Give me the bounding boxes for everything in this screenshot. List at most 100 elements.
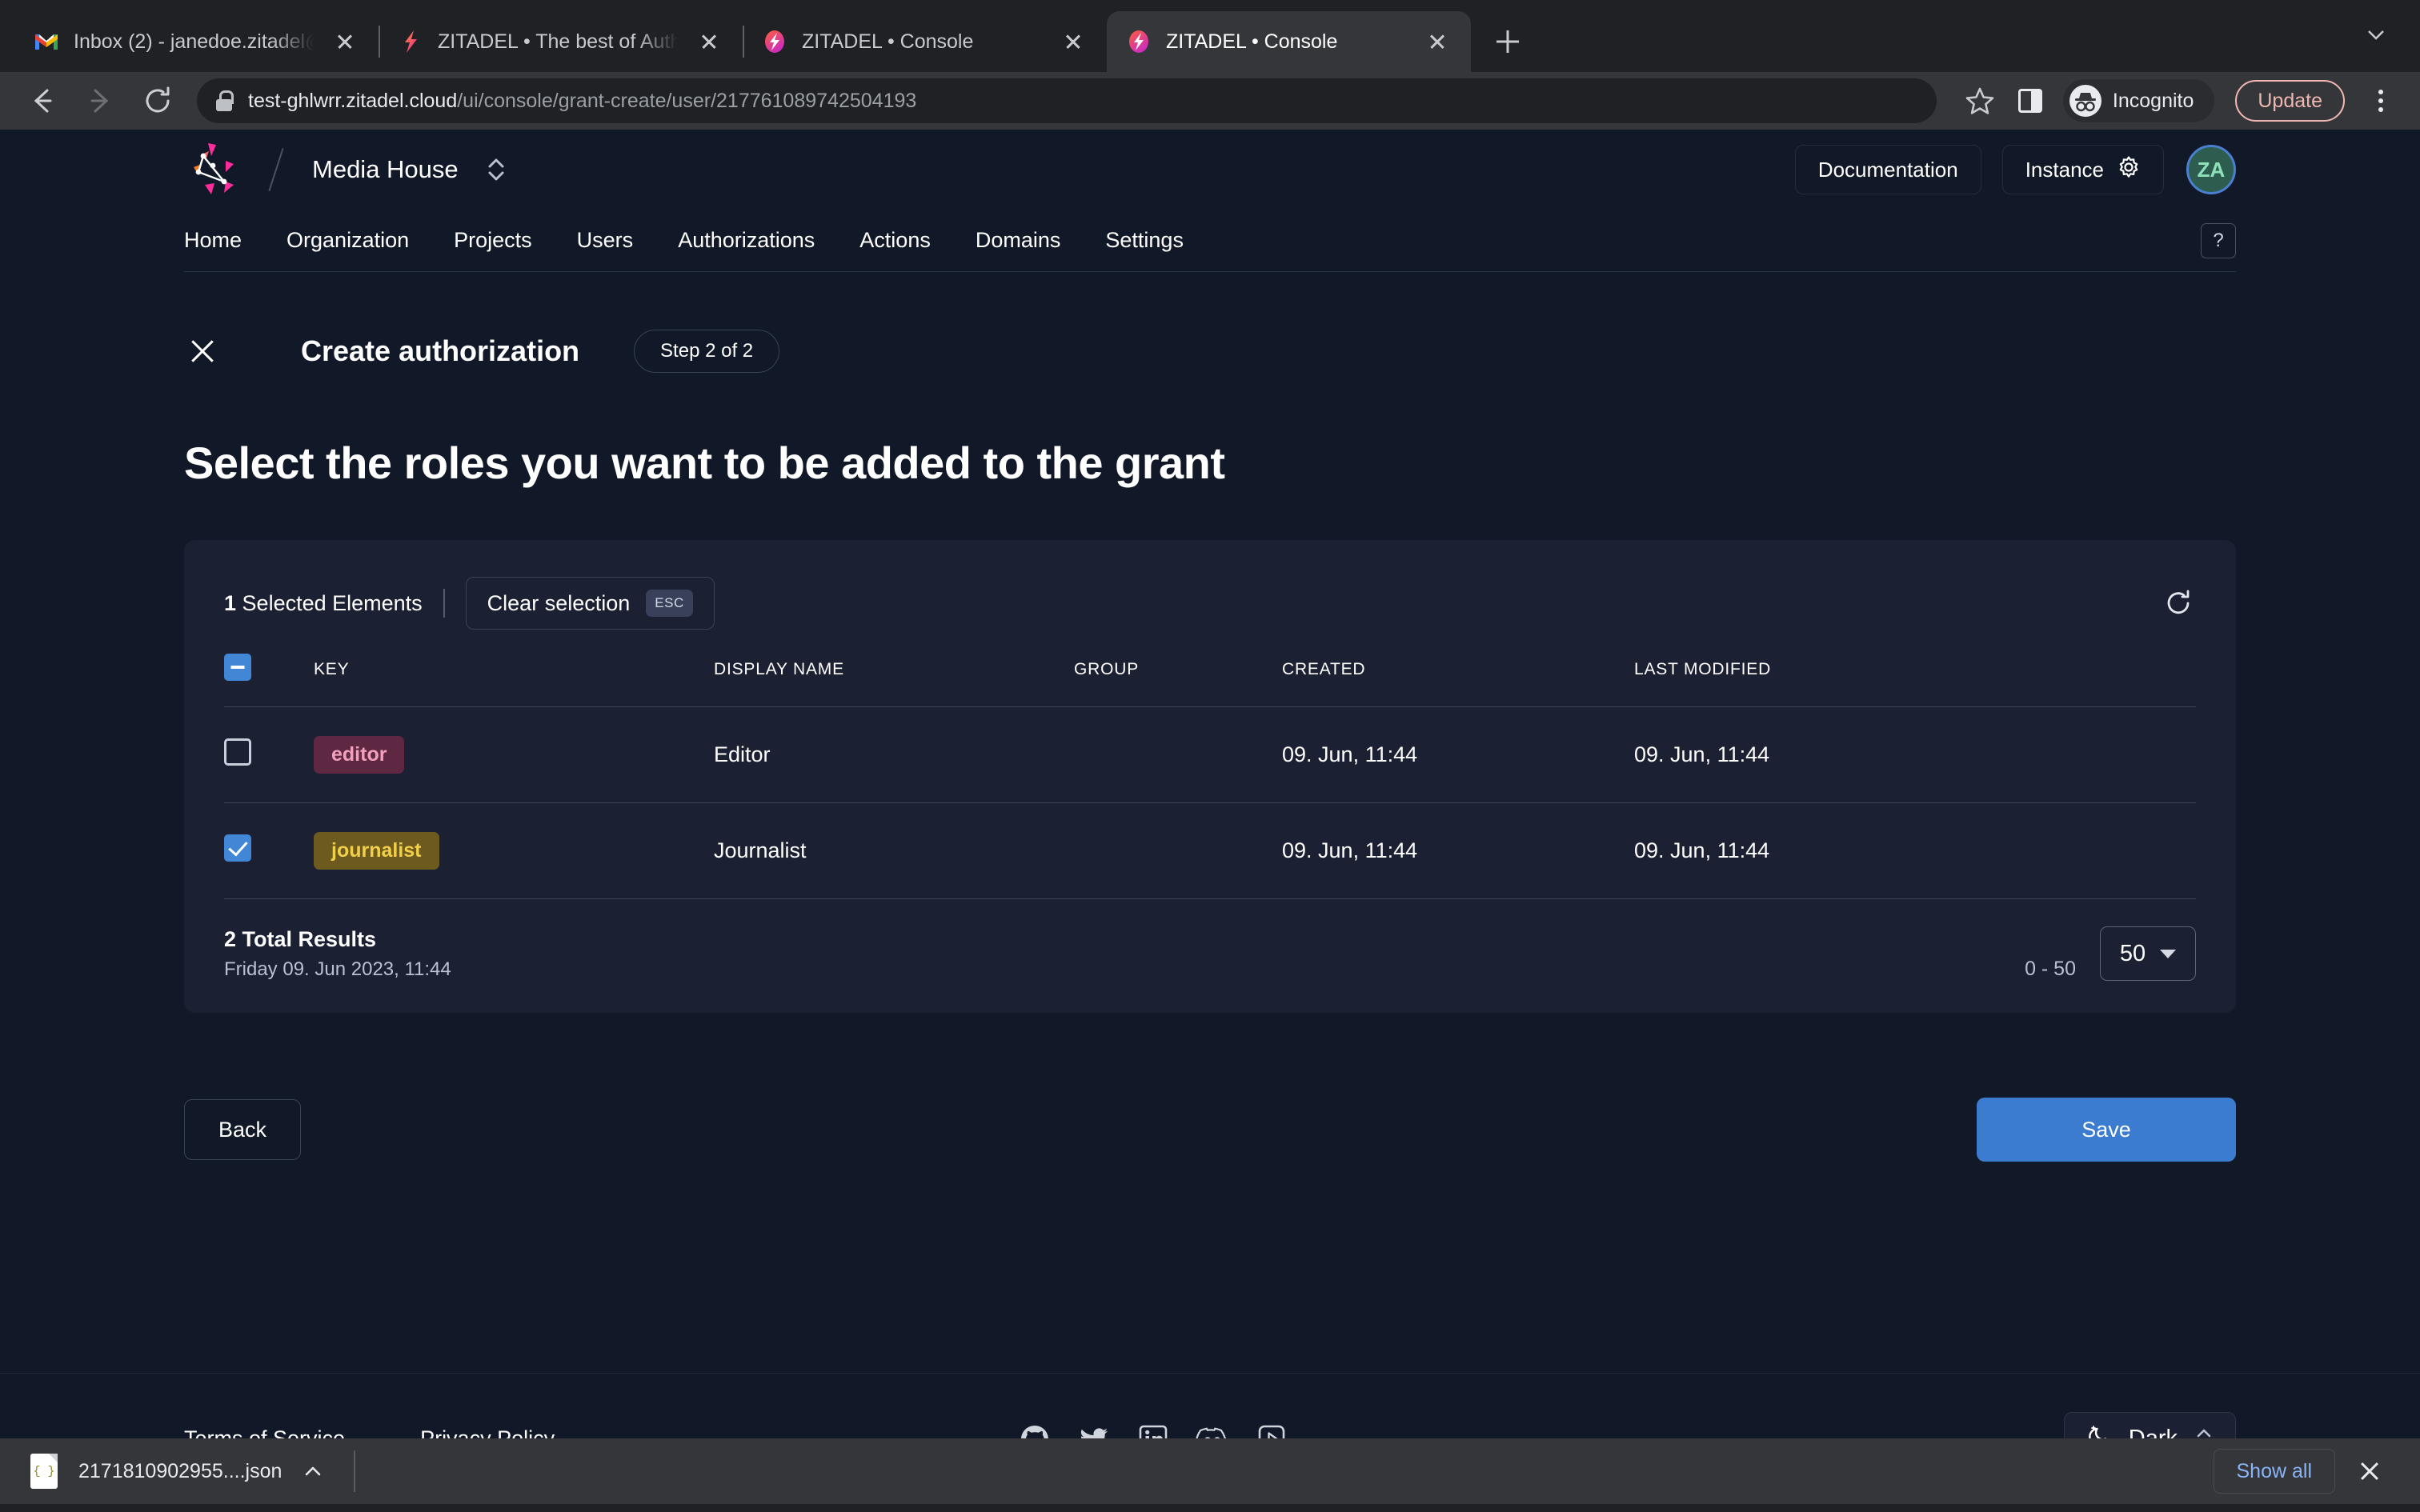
selected-count: 1 Selected Elements <box>224 591 423 616</box>
incognito-label: Incognito <box>2113 90 2194 113</box>
update-label: Update <box>2258 90 2322 113</box>
gmail-icon <box>34 29 59 54</box>
close-icon[interactable] <box>2350 1451 2390 1491</box>
chevron-down-icon[interactable] <box>2366 24 2386 45</box>
results-summary: 2 Total Results Friday 09. Jun 2023, 11:… <box>224 927 451 981</box>
table-row[interactable]: journalist Journalist 09. Jun, 11:44 09.… <box>224 803 2196 899</box>
step-badge: Step 2 of 2 <box>634 330 779 373</box>
close-icon[interactable] <box>329 26 361 58</box>
table-toolbar: 1 Selected Elements Clear selection ESC <box>224 577 2196 630</box>
page-size-value: 50 <box>2120 941 2146 967</box>
app-header: Media House Documentation Instance <box>0 130 2420 272</box>
browser-tab-1[interactable]: ZITADEL • The best of Auth0 a <box>379 11 743 72</box>
browser-chrome: Inbox (2) - janedoe.zitadel@gm ZITADEL •… <box>0 0 2420 130</box>
zitadel-logo-icon[interactable] <box>184 140 243 199</box>
close-icon[interactable] <box>693 26 725 58</box>
selected-count-label: Selected Elements <box>242 591 423 615</box>
tab-title: ZITADEL • The best of Auth0 a <box>438 30 679 54</box>
nav-item-domains[interactable]: Domains <box>976 228 1061 253</box>
back-label: Back <box>218 1118 266 1142</box>
download-shelf: { } 2171810902955....json Show all <box>0 1438 2420 1504</box>
refresh-icon[interactable] <box>2161 586 2196 621</box>
tab-divider <box>379 26 380 58</box>
column-header-display-name[interactable]: DISPLAY NAME <box>714 654 1074 707</box>
url-host: test-ghlwrr.zitadel.cloud <box>248 90 457 112</box>
row-last-modified: 09. Jun, 11:44 <box>1634 707 2196 803</box>
url-path: /ui/console/grant-create/user/2177610897… <box>457 90 916 112</box>
browser-tab-0[interactable]: Inbox (2) - janedoe.zitadel@gm <box>14 11 379 72</box>
browser-tabstrip: Inbox (2) - janedoe.zitadel@gm ZITADEL •… <box>0 0 2420 72</box>
zitadel-console: Media House Documentation Instance <box>0 130 2420 1504</box>
address-bar[interactable]: test-ghlwrr.zitadel.cloud/ui/console/gra… <box>197 78 1937 123</box>
column-header-created[interactable]: CREATED <box>1282 654 1634 707</box>
zitadel-icon <box>1126 29 1152 54</box>
table-row[interactable]: editor Editor 09. Jun, 11:44 09. Jun, 11… <box>224 707 2196 803</box>
nav-item-organization[interactable]: Organization <box>286 228 409 253</box>
instance-button[interactable]: Instance <box>2002 145 2164 194</box>
zitadel-icon <box>762 29 787 54</box>
shelf-divider <box>354 1450 355 1492</box>
nav-item-projects[interactable]: Projects <box>454 228 532 253</box>
gear-icon <box>2117 155 2141 185</box>
total-results: 2 Total Results <box>224 927 451 952</box>
documentation-button[interactable]: Documentation <box>1795 145 1981 194</box>
show-all-downloads-button[interactable]: Show all <box>2214 1449 2336 1494</box>
close-icon[interactable] <box>1057 26 1089 58</box>
download-item[interactable]: { } 2171810902955....json <box>30 1454 323 1489</box>
nav-item-home[interactable]: Home <box>184 228 242 253</box>
org-switcher-icon[interactable] <box>483 152 510 187</box>
row-select-cell <box>224 707 314 803</box>
clear-selection-button[interactable]: Clear selection ESC <box>466 577 715 630</box>
role-key-badge: editor <box>314 736 404 774</box>
org-name: Media House <box>312 155 459 184</box>
page-title: Create authorization <box>301 334 579 368</box>
back-button[interactable]: Back <box>184 1099 301 1160</box>
row-checkbox[interactable] <box>224 834 251 862</box>
reload-icon[interactable] <box>139 82 176 119</box>
role-key-badge: journalist <box>314 832 439 870</box>
new-tab-button[interactable] <box>1485 19 1530 64</box>
column-header-key[interactable]: KEY <box>314 654 714 707</box>
nav-item-authorizations[interactable]: Authorizations <box>678 228 815 253</box>
incognito-indicator[interactable]: Incognito <box>2063 79 2214 122</box>
select-all-checkbox[interactable] <box>224 654 251 681</box>
nav-item-settings[interactable]: Settings <box>1105 228 1184 253</box>
row-display-name: Editor <box>714 707 1074 803</box>
lock-icon <box>216 90 232 111</box>
row-select-cell <box>224 803 314 899</box>
row-created: 09. Jun, 11:44 <box>1282 803 1634 899</box>
results-timestamp: Friday 09. Jun 2023, 11:44 <box>224 958 451 981</box>
chevron-down-icon <box>2160 950 2176 958</box>
update-button[interactable]: Update <box>2235 80 2345 122</box>
nav-item-actions[interactable]: Actions <box>859 228 931 253</box>
save-button[interactable]: Save <box>1977 1098 2236 1162</box>
chrome-menu-icon[interactable] <box>2366 83 2396 118</box>
column-header-last-modified[interactable]: LAST MODIFIED <box>1634 654 2196 707</box>
close-icon[interactable] <box>1421 26 1453 58</box>
browser-tab-3[interactable]: ZITADEL • Console <box>1107 11 1471 72</box>
column-header-group[interactable]: GROUP <box>1074 654 1282 707</box>
avatar[interactable]: ZA <box>2186 145 2236 194</box>
selected-count-value: 1 <box>224 591 236 615</box>
show-all-label: Show all <box>2237 1460 2313 1483</box>
page-size-select[interactable]: 50 <box>2100 926 2196 981</box>
row-display-name: Journalist <box>714 803 1074 899</box>
chevron-up-icon[interactable] <box>302 1461 323 1482</box>
row-checkbox[interactable] <box>224 738 251 766</box>
browser-tab-2[interactable]: ZITADEL • Console <box>743 11 1107 72</box>
close-icon[interactable] <box>184 333 221 370</box>
nav-item-users[interactable]: Users <box>577 228 634 253</box>
tab-title: Inbox (2) - janedoe.zitadel@gm <box>74 30 315 54</box>
row-last-modified: 09. Jun, 11:44 <box>1634 803 2196 899</box>
browser-omnibar: test-ghlwrr.zitadel.cloud/ui/console/gra… <box>0 72 2420 130</box>
side-panel-icon[interactable] <box>2018 89 2042 113</box>
avatar-initials: ZA <box>2198 158 2226 182</box>
back-icon[interactable] <box>24 82 61 119</box>
documentation-label: Documentation <box>1818 158 1958 182</box>
table-header-row: KEY DISPLAY NAME GROUP CREATED LAST MODI… <box>224 654 2196 707</box>
toolbar-divider <box>443 589 445 618</box>
bookmark-star-icon[interactable] <box>1962 83 1997 118</box>
main-navigation: Home Organization Projects Users Authori… <box>184 210 2236 272</box>
help-button[interactable]: ? <box>2201 223 2236 258</box>
json-file-icon: { } <box>30 1454 58 1489</box>
